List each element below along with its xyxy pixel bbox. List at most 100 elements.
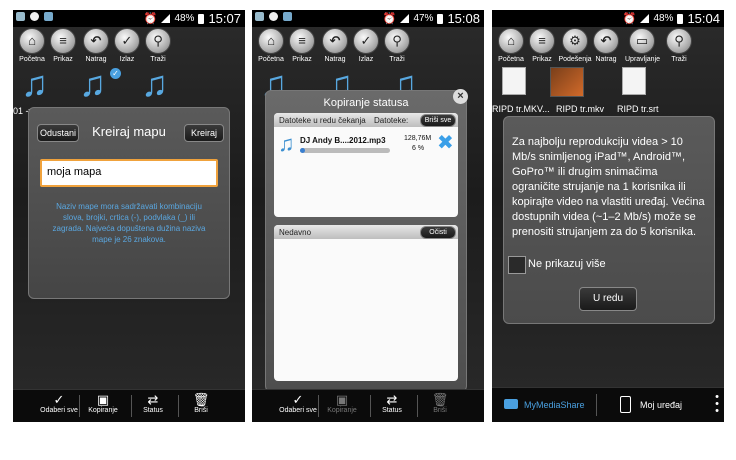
select-all-button[interactable]: ✓ Odaberi sve [276,392,320,414]
check-circle-icon: ✓ [292,392,304,407]
status-button[interactable]: ⇄ Status [131,392,175,414]
music-file-icon: ♫ [278,131,295,156]
app-icon [44,12,53,21]
clock: 15:07 [208,11,241,26]
create-folder-dialog: Odustani Kreiraj mapu Kreiraj moja mapa … [28,107,230,299]
gear-icon: ⚙ [562,28,588,54]
folder-icon: ▣ [335,392,349,407]
folder-name-input[interactable]: moja mapa [40,159,218,187]
home-button[interactable]: ⌂ Početna [494,28,528,63]
trash-icon: 🗑 [431,392,449,407]
cancel-transfer-icon[interactable]: ✖ [437,133,454,153]
toolbar: ⌂ Početna ≡ Prikaz ⚙ Podešenja ↶ Natrag ▭ Upr… [492,28,724,66]
music-file-icon[interactable]: ♫ [141,66,168,102]
video-thumbnail-icon[interactable] [550,67,584,97]
mymediashare-tab[interactable]: MyMediaShare [524,400,585,410]
toolbar: ⌂ Početna ≡ Prikaz ↶ Natrag ✓ Izlaz ⚲ Traži [252,28,484,66]
phone-screen-create-folder: ⏰ 48% 15:07 ⌂ Početna ≡ Prikaz ↶ Natrag ✓ Iz… [13,10,245,422]
folder-icon: ▭ [629,28,655,54]
back-button[interactable]: ↶ Natrag [318,28,352,63]
view-button[interactable]: ≡ Prikaz [525,28,559,63]
streaming-notice-dialog: Za najbolju reprodukciju videa > 10 Mb/s… [503,116,715,324]
view-button[interactable]: ≡ Prikaz [285,28,319,63]
clear-button[interactable]: Očisti [420,226,456,239]
back-button[interactable]: ↶ Natrag [589,28,623,63]
phone-screen-streaming-notice: ⏰ 48% 15:04 ⌂ Početna ≡ Prikaz ⚙ Podešenja … [492,10,724,422]
delete-all-button[interactable]: Briši sve [420,114,456,127]
exit-button[interactable]: ✓ Izlaz [110,28,144,63]
list-icon: ≡ [529,28,555,54]
recent-panel: Nedavno Očisti [274,225,458,381]
battery-percent: 48% [653,13,674,24]
list-icon: ≡ [289,28,315,54]
selected-check-icon: ✓ [110,68,121,79]
delete-button[interactable]: 🗑 Briši [418,392,462,414]
cancel-button[interactable]: Odustani [37,124,79,142]
document-icon[interactable] [502,67,526,95]
progress-bar [300,148,390,153]
trash-icon: 🗑 [192,392,210,407]
status-bar: ⏰ 48% 15:04 [492,10,724,27]
notice-message: Za najbolju reprodukciju videa > 10 Mb/s… [512,136,705,238]
delete-button[interactable]: 🗑 Briši [179,392,223,414]
notification-icons [16,12,53,21]
progress-percent: 6 % [412,145,425,152]
dont-show-checkbox[interactable] [508,256,526,274]
close-icon[interactable]: × [453,89,468,104]
snapchat-icon [269,12,278,21]
recent-label: Nedavno [279,228,312,237]
bottom-bar: ✓ Odaberi sve ▣ Kopiranje ⇄ Status 🗑 Briši [13,389,245,422]
signal-icon [640,14,650,23]
status-button[interactable]: ⇄ Status [370,392,414,414]
back-button[interactable]: ↶ Natrag [79,28,113,63]
home-button[interactable]: ⌂ Početna [15,28,49,63]
search-icon: ⚲ [384,28,410,54]
music-file-icon[interactable]: ♫ [21,66,48,102]
manage-button[interactable]: ▭ Upravljanje [625,28,660,63]
battery-icon [677,13,684,24]
recent-panel-header: Nedavno Očisti [274,225,458,239]
view-button[interactable]: ≡ Prikaz [46,28,80,63]
ok-button[interactable]: U redu [579,287,637,311]
file-label[interactable]: RIPD tr.srt [617,104,659,114]
create-button[interactable]: Kreiraj [184,124,224,142]
transfer-arrows-icon: ⇄ [386,392,398,407]
select-all-button[interactable]: ✓ Odaberi sve [37,392,81,414]
my-device-tab[interactable]: Moj uređaj [640,400,682,410]
queue-panel-header: Datoteke u redu čekanja Datoteke: Briši … [274,113,458,127]
signal-icon [161,14,171,23]
home-icon: ⌂ [19,28,45,54]
dialog-title: Kreiraj mapu [92,124,166,139]
alarm-icon: ⏰ [143,13,158,25]
copy-button[interactable]: ▣ Kopiranje [81,392,125,414]
search-button[interactable]: ⚲ Traži [662,28,696,63]
check-circle-icon: ✓ [53,392,65,407]
transfer-arrows-icon: ⇄ [147,392,159,407]
file-label[interactable]: RIPD tr.MKV... [492,104,550,114]
alarm-icon: ⏰ [622,13,637,25]
phone-screen-copy-status: ⏰ 47% 15:08 ⌂ Početna ≡ Prikaz ↶ Natrag ✓ Iz… [252,10,484,422]
document-icon[interactable] [622,67,646,95]
more-options-icon[interactable]: • • • [715,392,719,417]
app-icon [283,12,292,21]
music-file-icon[interactable]: ♫ [79,66,106,102]
dialog-title: Kopiranje statusa [323,97,409,109]
copy-button[interactable]: ▣ Kopiranje [320,392,364,414]
bottom-bar: MyMediaShare Moj uređaj • • • [492,387,724,422]
exit-button[interactable]: ✓ Izlaz [349,28,383,63]
input-text: moja mapa [47,166,102,178]
folder-icon: ▣ [96,392,110,407]
queue-label: Datoteke u redu čekanja [279,116,366,125]
bottom-bar: ✓ Odaberi sve ▣ Kopiranje ⇄ Status 🗑 Briši [252,389,484,422]
home-button[interactable]: ⌂ Početna [254,28,288,63]
copy-status-dialog: Kopiranje statusa × Datoteke u redu čeka… [265,89,468,392]
list-icon: ≡ [50,28,76,54]
signal-icon [400,14,410,23]
status-bar: ⏰ 47% 15:08 [252,10,484,27]
search-button[interactable]: ⚲ Traži [380,28,414,63]
search-button[interactable]: ⚲ Traži [141,28,175,63]
settings-button[interactable]: ⚙ Podešenja [558,28,592,63]
file-label[interactable]: RIPD tr.mkv [556,104,604,114]
mymediashare-icon [504,399,518,409]
home-icon: ⌂ [258,28,284,54]
